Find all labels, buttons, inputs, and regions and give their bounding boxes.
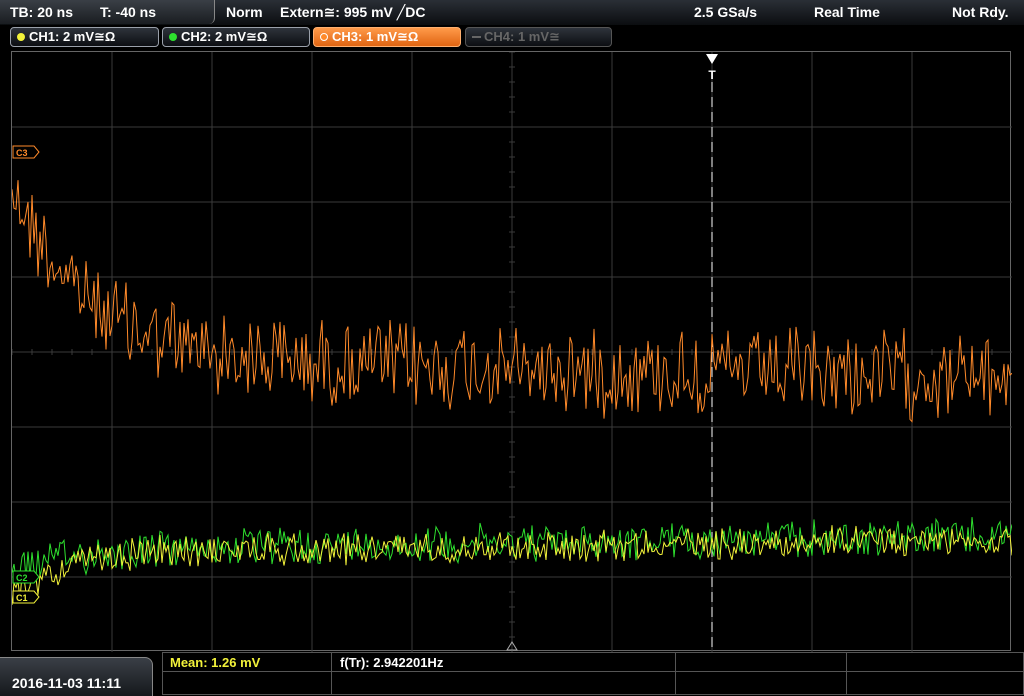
ch2-marker-label: C2 xyxy=(16,573,28,583)
measurement-cell xyxy=(162,671,332,695)
ch3-marker-label: C3 xyxy=(16,148,28,158)
ch3-offset-marker[interactable]: C3 xyxy=(12,145,40,159)
channel-tab-ch3[interactable]: CH3: 1 mV≅Ω xyxy=(313,27,461,47)
timebase-box[interactable]: TB: 20 ns T: -40 ns xyxy=(0,0,215,24)
channel-tab-ch2[interactable]: CH2: 2 mV≅Ω xyxy=(162,27,310,47)
acquisition-status: Not Rdy. xyxy=(952,4,1009,20)
ch1-marker-label: C1 xyxy=(16,593,28,603)
datetime-box: 2016-11-03 11:11 xyxy=(0,657,153,696)
trigger-mode[interactable]: Norm xyxy=(226,4,263,20)
acquisition-mode: Real Time xyxy=(814,4,880,20)
trigger-label: T xyxy=(708,68,716,82)
ch3-indicator-icon xyxy=(320,33,328,41)
trigger-frequency: f(Tr): 2.942201Hz xyxy=(340,655,444,670)
bottom-bar: 2016-11-03 11:11 Mean: 1.26 mV f(Tr): 2.… xyxy=(0,652,1024,696)
measurement-cell xyxy=(675,671,847,695)
channel-label: CH3: 1 mV≅Ω xyxy=(332,29,419,44)
waveform-plot: T C3 C2 C1 xyxy=(12,52,1012,652)
datetime: 2016-11-03 11:11 xyxy=(12,675,121,691)
sample-rate: 2.5 GSa/s xyxy=(694,4,758,20)
trigger-time-readout: T: -40 ns xyxy=(100,4,157,20)
channel-label: CH1: 2 mV≅Ω xyxy=(29,29,116,44)
ch4-indicator-icon xyxy=(472,36,481,38)
channel-tabs: CH1: 2 mV≅Ω CH2: 2 mV≅Ω CH3: 1 mV≅Ω CH4:… xyxy=(0,25,1024,49)
channel-label: CH4: 1 mV≅ xyxy=(484,29,560,44)
mean-measurement: Mean: 1.26 mV xyxy=(170,655,261,670)
status-bar: TB: 20 ns T: -40 ns Norm Extern≅: 995 mV… xyxy=(0,0,1024,26)
measurement-cell xyxy=(331,671,676,695)
measurement-cell xyxy=(846,671,1024,695)
timebase-readout: TB: 20 ns xyxy=(10,4,74,20)
ch2-offset-marker[interactable]: C2 xyxy=(12,570,40,584)
trigger-source[interactable]: Extern≅: 995 mV ╱DC xyxy=(280,4,425,21)
measurement-table[interactable]: Mean: 1.26 mV f(Tr): 2.942201Hz xyxy=(162,652,1024,695)
channel-tab-ch4[interactable]: CH4: 1 mV≅ xyxy=(465,27,612,47)
channel-tab-ch1[interactable]: CH1: 2 mV≅Ω xyxy=(10,27,159,47)
channel-label: CH2: 2 mV≅Ω xyxy=(181,29,268,44)
measurement-cell xyxy=(846,652,1024,672)
trigger-position-icon[interactable] xyxy=(706,54,718,64)
ch1-indicator-icon xyxy=(17,33,25,41)
waveform-display[interactable]: T C3 C2 C1 xyxy=(11,51,1012,652)
measurement-cell xyxy=(675,652,847,672)
ch2-indicator-icon xyxy=(169,33,177,41)
ch1-offset-marker[interactable]: C1 xyxy=(12,590,40,604)
